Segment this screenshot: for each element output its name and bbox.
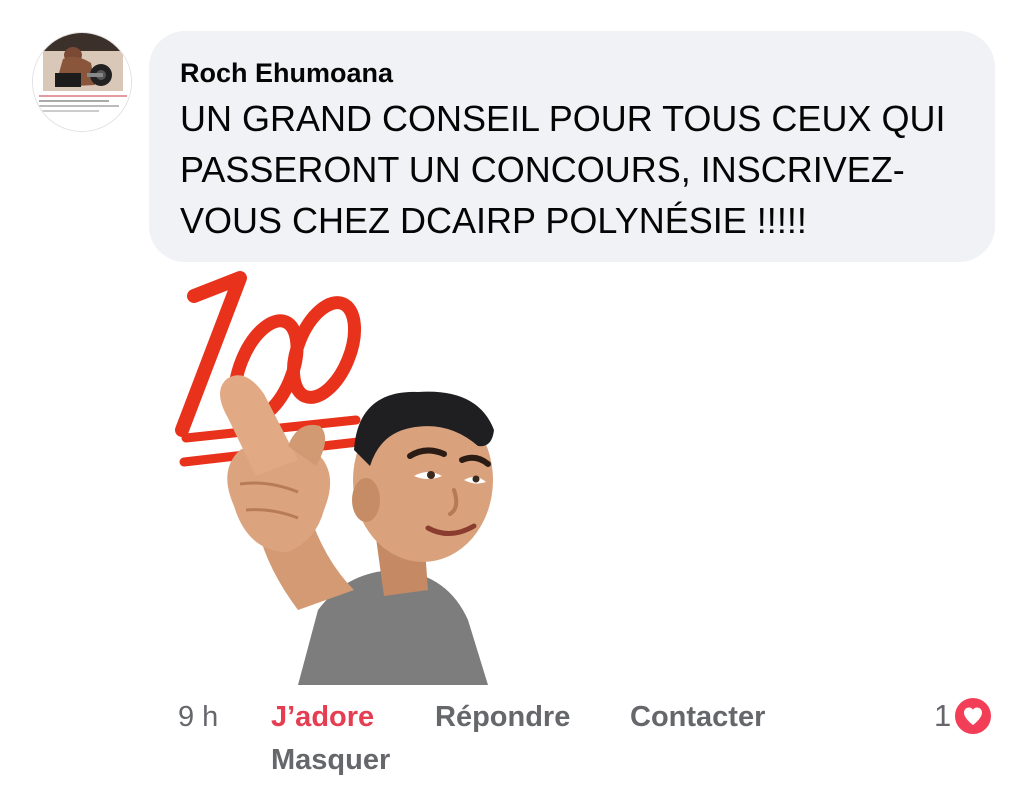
contact-button[interactable]: Contacter [630,696,765,738]
reaction-count: 1 [934,698,952,733]
author-name[interactable]: Roch Ehumoana [180,55,965,91]
heart-icon [964,707,983,725]
hide-button[interactable]: Masquer [271,739,390,781]
timestamp[interactable]: 9 h [178,696,218,738]
hundred-points-avatar-sticker [175,271,494,685]
heart-reaction-badge [953,696,994,736]
comment-bubble: Roch Ehumoana UN GRAND CONSEIL POUR TOUS… [149,31,995,262]
reply-button[interactable]: Répondre [435,696,570,738]
like-button[interactable]: J’adore [271,696,374,738]
profile-photo-icon [33,33,131,131]
sticker[interactable] [148,270,538,685]
reaction-summary[interactable]: 1 [934,694,994,738]
comment-thread: Roch Ehumoana UN GRAND CONSEIL POUR TOUS… [0,0,1024,789]
comment-actions: 9 h J’adore Répondre Contacter Masquer [178,696,818,786]
comment-text: UN GRAND CONSEIL POUR TOUS CEUX QUI PASS… [180,98,946,241]
avatar[interactable] [32,32,132,132]
